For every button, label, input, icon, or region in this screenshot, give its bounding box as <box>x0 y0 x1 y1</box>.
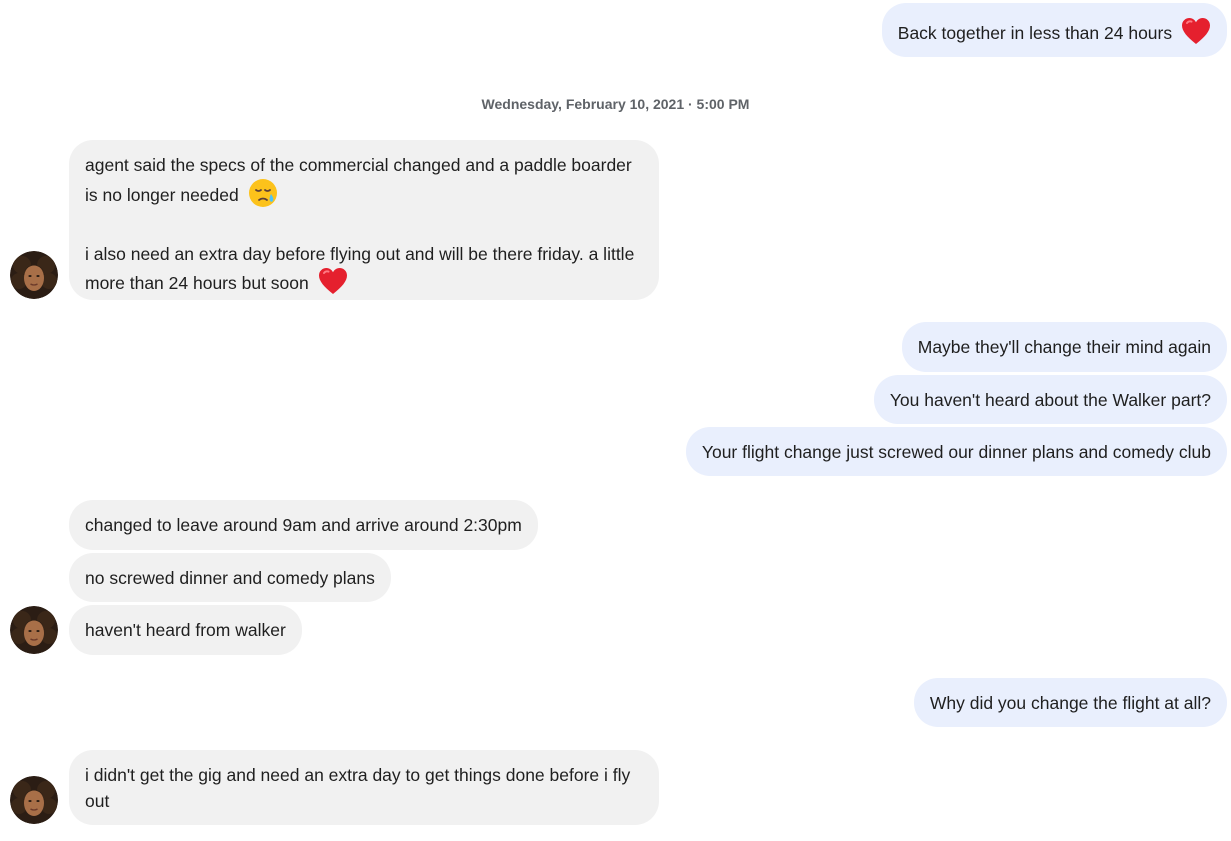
outgoing-message[interactable]: Maybe they'll change their mind again <box>901 322 1227 372</box>
message-text: Maybe they'll change their mind again <box>917 337 1211 357</box>
message-text: i also need an extra day before flying o… <box>85 244 635 294</box>
message-paragraph: agent said the specs of the commercial c… <box>85 152 643 215</box>
contact-avatar[interactable] <box>10 606 58 654</box>
incoming-message[interactable]: changed to leave around 9am and arrive a… <box>69 500 538 550</box>
conversation-thread: Back together in less than 24 hours Wedn… <box>0 0 1231 841</box>
message-paragraph: i also need an extra day before flying o… <box>85 241 643 302</box>
red-heart-icon <box>318 267 348 302</box>
incoming-message[interactable]: agent said the specs of the commercial c… <box>69 140 659 300</box>
red-heart-icon <box>1181 17 1211 52</box>
outgoing-message[interactable]: You haven't heard about the Walker part? <box>873 375 1227 424</box>
outgoing-message[interactable]: Your flight change just screwed our dinn… <box>685 427 1227 476</box>
message-text: i didn't get the gig and need an extra d… <box>85 765 631 811</box>
incoming-message[interactable]: haven't heard from walker <box>69 605 302 655</box>
contact-avatar[interactable] <box>10 251 58 299</box>
incoming-message[interactable]: i didn't get the gig and need an extra d… <box>69 750 659 825</box>
sad-relieved-face-icon <box>248 178 278 215</box>
message-text: changed to leave around 9am and arrive a… <box>85 515 522 535</box>
message-text: Back together in less than 24 hours <box>897 23 1173 44</box>
message-text: no screwed dinner and comedy plans <box>85 568 375 588</box>
message-text: agent said the specs of the commercial c… <box>85 155 632 206</box>
contact-avatar[interactable] <box>10 776 58 824</box>
incoming-message[interactable]: no screwed dinner and comedy plans <box>69 553 391 602</box>
outgoing-message[interactable]: Why did you change the flight at all? <box>913 678 1227 727</box>
message-text: Your flight change just screwed our dinn… <box>701 442 1211 462</box>
outgoing-message[interactable]: Back together in less than 24 hours <box>881 3 1227 57</box>
date-separator: Wednesday, February 10, 2021 · 5:00 PM <box>481 96 750 112</box>
message-text: You haven't heard about the Walker part? <box>889 390 1211 410</box>
message-text: haven't heard from walker <box>85 620 286 640</box>
message-text: Why did you change the flight at all? <box>929 693 1211 713</box>
